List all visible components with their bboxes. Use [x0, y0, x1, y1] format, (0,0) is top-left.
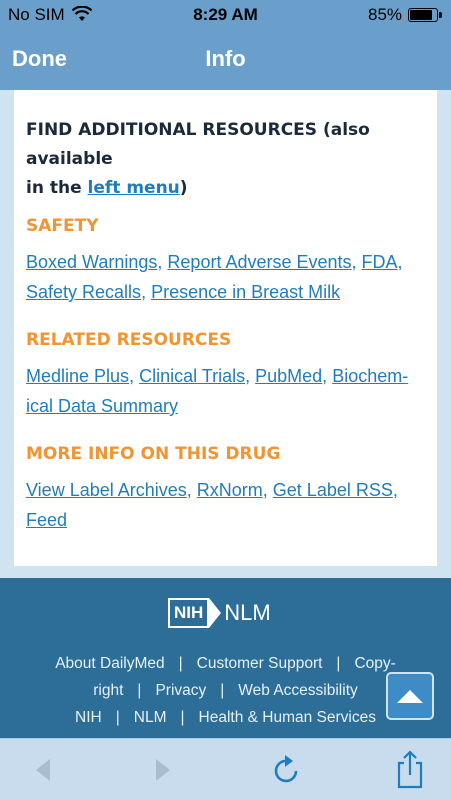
footer-separator: |: [220, 682, 225, 699]
resources-card: FIND ADDITIONAL RESOURCES (also availabl…: [14, 90, 437, 566]
heading-text: FIND ADDITIONAL RESOURCES: [26, 120, 318, 140]
logo-arrow: [209, 598, 222, 628]
link-separator: ,: [157, 252, 168, 272]
battery-percent: 85%: [368, 5, 403, 24]
reload-icon[interactable]: [272, 753, 302, 789]
footer-link[interactable]: Health & Human Services: [199, 709, 376, 726]
footer-link[interactable]: Privacy: [155, 682, 206, 699]
link-separator: ,: [141, 282, 152, 302]
left-menu-link[interactable]: left menu: [88, 178, 180, 198]
forward-arrow-icon[interactable]: [152, 757, 174, 787]
nih-logo-text: NIH: [168, 598, 210, 628]
section-links: View Label Archives, RxNorm, Get Label R…: [26, 475, 426, 535]
resource-link[interactable]: ical Data Summary: [26, 396, 178, 416]
link-line: Safety Recalls, Presence in Breast Milk: [26, 277, 426, 307]
section-title: RELATED RESOURCES: [26, 330, 232, 350]
nih-nlm-logo[interactable]: NIH NLM: [168, 598, 271, 628]
link-separator: ,: [351, 252, 362, 272]
resource-link[interactable]: Medline Plus: [26, 366, 129, 386]
footer-separator: |: [180, 709, 185, 726]
footer-separator: |: [137, 682, 142, 699]
section-title: MORE INFO ON THIS DRUG: [26, 444, 281, 464]
resource-section: RELATED RESOURCES Medline Plus, Clinical …: [26, 329, 426, 421]
footer-link[interactable]: Customer Support: [197, 655, 323, 672]
status-bar: No SIM 8:29 AM 85%: [0, 0, 451, 30]
footer-links: About DailyMed | Customer Support | Copy-rig…: [0, 650, 451, 731]
footer: NIH NLM About DailyMed | Customer Support |…: [0, 578, 451, 738]
link-separator: ,: [392, 480, 398, 500]
resource-link[interactable]: Report Adverse Events: [167, 252, 351, 272]
section-links: Boxed Warnings, Report Adverse Events, F…: [26, 247, 426, 307]
browser-toolbar: [0, 738, 451, 800]
footer-link[interactable]: Copy-: [354, 655, 395, 672]
link-separator: ,: [129, 366, 140, 386]
resource-link[interactable]: FDA: [362, 252, 398, 272]
section-links: Medline Plus, Clinical Trials, PubMed, B…: [26, 361, 426, 421]
link-separator: ,: [322, 366, 333, 386]
share-icon[interactable]: [395, 749, 425, 793]
link-line: Medline Plus, Clinical Trials, PubMed, B…: [26, 361, 426, 391]
footer-separator: |: [178, 655, 183, 672]
resources-heading: FIND ADDITIONAL RESOURCES (also availabl…: [26, 116, 426, 203]
footer-link-row: right | Privacy | Web Accessibility: [0, 677, 451, 704]
battery-icon: [408, 8, 442, 22]
resource-link[interactable]: Feed: [26, 510, 67, 530]
link-separator: ,: [262, 480, 273, 500]
link-line: Boxed Warnings, Report Adverse Events, F…: [26, 247, 426, 277]
footer-separator: |: [115, 709, 120, 726]
heading-close: ): [179, 178, 188, 198]
footer-link[interactable]: Web Accessibility: [238, 682, 357, 699]
page-title: Info: [205, 46, 246, 71]
footer-link[interactable]: NIH: [75, 709, 102, 726]
resource-link[interactable]: Presence in Breast Milk: [151, 282, 340, 302]
resource-link[interactable]: Get Label RSS: [273, 480, 393, 500]
link-line: ical Data Summary: [26, 391, 426, 421]
resource-link[interactable]: Safety Recalls: [26, 282, 141, 302]
navigation-bar: Done Info: [0, 30, 451, 90]
resource-link[interactable]: View Label Archives: [26, 480, 187, 500]
link-line: View Label Archives, RxNorm, Get Label R…: [26, 475, 426, 505]
nlm-logo-text: NLM: [224, 600, 271, 625]
resource-link[interactable]: PubMed: [255, 366, 322, 386]
scroll-to-top-button[interactable]: [386, 672, 434, 720]
up-arrow-icon: [397, 689, 423, 703]
link-separator: ,: [245, 366, 256, 386]
footer-link[interactable]: NLM: [134, 709, 167, 726]
link-separator: ,: [397, 252, 403, 272]
resource-link[interactable]: Clinical Trials: [139, 366, 245, 386]
resource-link[interactable]: Biochem-: [332, 366, 408, 386]
back-arrow-icon[interactable]: [32, 757, 54, 787]
resource-link[interactable]: Boxed Warnings: [26, 252, 157, 272]
resource-section: MORE INFO ON THIS DRUG View Label Archive…: [26, 443, 426, 535]
link-separator: ,: [186, 480, 197, 500]
footer-separator: |: [336, 655, 341, 672]
footer-link-row: NIH | NLM | Health & Human Services: [0, 704, 451, 731]
footer-link[interactable]: About DailyMed: [55, 655, 164, 672]
footer-link-row: About DailyMed | Customer Support | Copy-: [0, 650, 451, 677]
resource-link[interactable]: RxNorm: [197, 480, 263, 500]
section-title: SAFETY: [26, 216, 99, 236]
heading-note-cont: in the: [26, 178, 88, 198]
footer-link[interactable]: right: [93, 682, 123, 699]
resource-section: SAFETY Boxed Warnings, Report Adverse Eve…: [26, 215, 426, 307]
link-line: Feed: [26, 505, 426, 535]
